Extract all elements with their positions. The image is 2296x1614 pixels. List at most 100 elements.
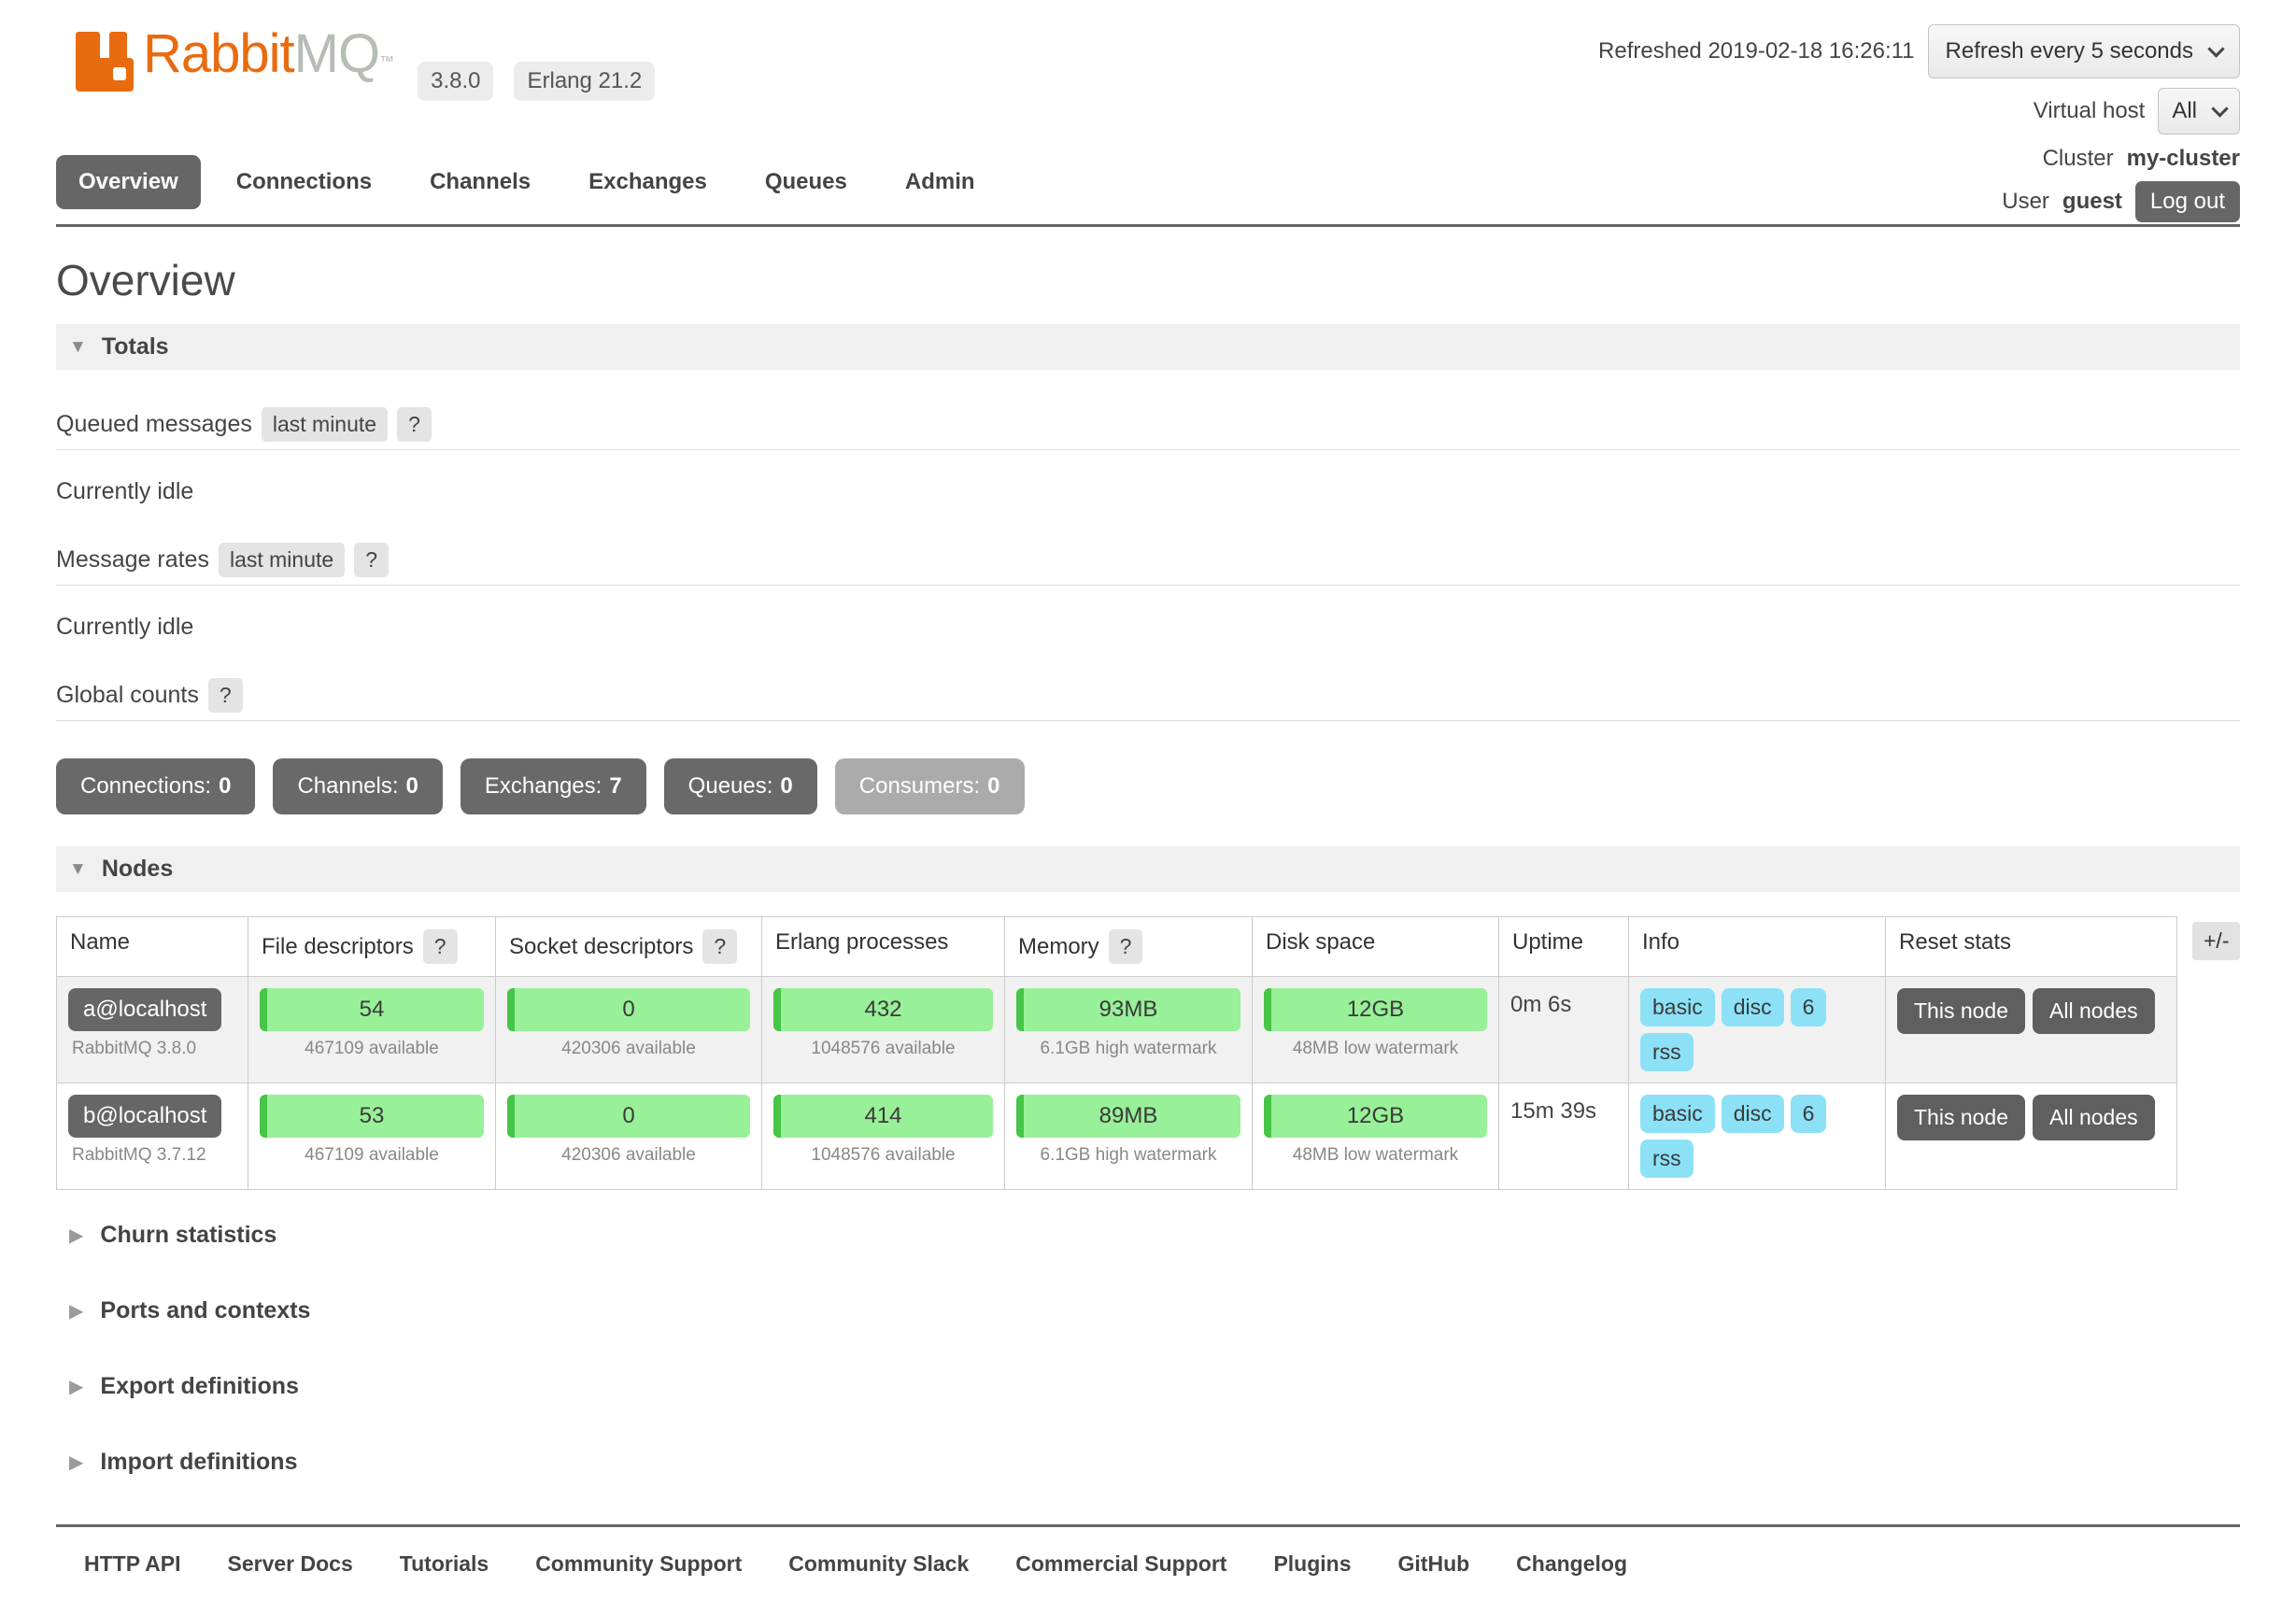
sd-available: 420306 available: [507, 1145, 750, 1166]
sd-available: 420306 available: [507, 1039, 750, 1059]
reset-this-node-button[interactable]: This node: [1897, 1095, 2025, 1140]
disk-cell: 12GB 48MB low watermark: [1253, 977, 1499, 1083]
footer-link-tutorials[interactable]: Tutorials: [400, 1551, 489, 1577]
logo-text: RabbitMQ™: [143, 24, 393, 92]
tab-overview[interactable]: Overview: [56, 155, 201, 209]
memory-cell: 89MB 6.1GB high watermark: [1005, 1083, 1253, 1190]
queues-count-button[interactable]: Queues:0: [664, 758, 817, 814]
user-label: User: [2002, 189, 2049, 215]
collapsed-sections: ▶ Churn statistics ▶ Ports and contexts …: [56, 1222, 2240, 1476]
reset-stats-cell: This nodeAll nodes: [1886, 1083, 2177, 1190]
disk-cell: 12GB 48MB low watermark: [1253, 1083, 1499, 1190]
tab-channels[interactable]: Channels: [407, 155, 553, 209]
footer-link-community-slack[interactable]: Community Slack: [788, 1551, 969, 1577]
info-badge-disc: disc: [1722, 1095, 1784, 1133]
reset-all-nodes-button[interactable]: All nodes: [2033, 988, 2155, 1034]
footer-link-http-api[interactable]: HTTP API: [84, 1551, 181, 1577]
sd-cell: 0 420306 available: [496, 977, 762, 1083]
footer-link-github[interactable]: GitHub: [1398, 1551, 1470, 1577]
proc-bar: 432: [773, 988, 993, 1031]
rabbitmq-logo[interactable]: RabbitMQ™: [70, 24, 393, 92]
sd-help-icon[interactable]: ?: [702, 929, 737, 964]
uptime-cell: 0m 6s: [1499, 977, 1629, 1083]
user-name: guest: [2062, 189, 2122, 215]
memory-help-icon[interactable]: ?: [1109, 929, 1143, 964]
info-badge-disc: disc: [1722, 988, 1784, 1026]
col-uptime: Uptime: [1499, 917, 1629, 977]
col-file-descriptors: File descriptors?: [248, 917, 496, 977]
totals-section-label: Totals: [102, 333, 169, 361]
memory-bar: 89MB: [1016, 1095, 1240, 1138]
connections-count-button[interactable]: Connections:0: [56, 758, 255, 814]
node-name-badge[interactable]: a@localhost: [68, 988, 221, 1031]
memory-watermark: 6.1GB high watermark: [1016, 1145, 1240, 1166]
fd-cell: 53 467109 available: [248, 1083, 496, 1190]
column-toggle-button[interactable]: +/-: [2192, 922, 2240, 960]
col-socket-descriptors: Socket descriptors?: [496, 917, 762, 977]
reset-all-nodes-button[interactable]: All nodes: [2033, 1095, 2155, 1140]
page-title: Overview: [56, 255, 2240, 305]
erlang-version-badge: Erlang 21.2: [514, 62, 655, 101]
tab-queues[interactable]: Queues: [743, 155, 870, 209]
nodes-table-wrap: Name File descriptors? Socket descriptor…: [56, 916, 2240, 1190]
churn-statistics-section[interactable]: ▶ Churn statistics: [69, 1222, 2240, 1249]
virtual-host-select[interactable]: All: [2158, 88, 2240, 134]
collapse-triangle-icon: ▼: [69, 859, 87, 880]
disk-bar: 12GB: [1264, 1095, 1487, 1138]
logout-button[interactable]: Log out: [2135, 181, 2240, 222]
footer-link-plugins[interactable]: Plugins: [1273, 1551, 1351, 1577]
info-badge-plugins: 6: [1791, 1095, 1827, 1133]
footer-link-community-support[interactable]: Community Support: [535, 1551, 742, 1577]
reset-this-node-button[interactable]: This node: [1897, 988, 2025, 1034]
tab-admin[interactable]: Admin: [883, 155, 998, 209]
footer-link-commercial-support[interactable]: Commercial Support: [1015, 1551, 1226, 1577]
proc-cell: 414 1048576 available: [762, 1083, 1005, 1190]
tab-connections[interactable]: Connections: [214, 155, 394, 209]
rates-help-icon[interactable]: ?: [354, 543, 389, 577]
node-name-cell: a@localhost RabbitMQ 3.8.0: [57, 977, 248, 1083]
exchanges-count-button[interactable]: Exchanges:7: [461, 758, 646, 814]
col-disk-space: Disk space: [1253, 917, 1499, 977]
refresh-interval-select[interactable]: Refresh every 5 seconds: [1928, 24, 2240, 78]
queued-messages-heading: Queued messages last minute ?: [56, 407, 2240, 450]
channels-count-button[interactable]: Channels:0: [273, 758, 442, 814]
sd-bar: 0: [507, 1095, 750, 1138]
proc-bar: 414: [773, 1095, 993, 1138]
node-row-a: a@localhost RabbitMQ 3.8.0 54 467109 ava…: [57, 977, 2177, 1083]
expand-triangle-icon: ▶: [69, 1451, 83, 1474]
global-counts-row: Connections:0 Channels:0 Exchanges:7 Que…: [56, 758, 2240, 814]
consumers-count-button[interactable]: Consumers:0: [835, 758, 1025, 814]
totals-section-header[interactable]: ▼ Totals: [56, 324, 2240, 370]
import-definitions-section[interactable]: ▶ Import definitions: [69, 1449, 2240, 1476]
expand-triangle-icon: ▶: [69, 1299, 83, 1323]
footer-link-server-docs[interactable]: Server Docs: [228, 1551, 353, 1577]
expand-triangle-icon: ▶: [69, 1224, 83, 1247]
tab-exchanges[interactable]: Exchanges: [566, 155, 730, 209]
disk-watermark: 48MB low watermark: [1264, 1145, 1487, 1166]
global-counts-help-icon[interactable]: ?: [208, 678, 243, 713]
export-definitions-section[interactable]: ▶ Export definitions: [69, 1373, 2240, 1400]
info-badge-basic: basic: [1640, 1095, 1715, 1133]
chevron-down-icon: [2211, 100, 2228, 117]
nodes-header-row: Name File descriptors? Socket descriptor…: [57, 917, 2177, 977]
header: RabbitMQ™ 3.8.0 Erlang 21.2 Refreshed 20…: [56, 0, 2240, 149]
node-name-cell: b@localhost RabbitMQ 3.7.12: [57, 1083, 248, 1190]
fd-help-icon[interactable]: ?: [423, 929, 458, 964]
col-info: Info: [1629, 917, 1886, 977]
nodes-section-header[interactable]: ▼ Nodes: [56, 846, 2240, 892]
info-badge-rss: rss: [1640, 1033, 1694, 1071]
ports-and-contexts-section[interactable]: ▶ Ports and contexts: [69, 1297, 2240, 1324]
rates-range-badge[interactable]: last minute: [219, 543, 345, 577]
fd-cell: 54 467109 available: [248, 977, 496, 1083]
expand-triangle-icon: ▶: [69, 1375, 83, 1398]
chevron-down-icon: [2207, 40, 2224, 57]
queued-help-icon[interactable]: ?: [397, 407, 432, 442]
queued-range-badge[interactable]: last minute: [262, 407, 388, 442]
footer-link-changelog[interactable]: Changelog: [1516, 1551, 1627, 1577]
queued-idle-text: Currently idle: [56, 478, 2240, 505]
proc-available: 1048576 available: [773, 1039, 993, 1059]
reset-stats-cell: This nodeAll nodes: [1886, 977, 2177, 1083]
refreshed-timestamp: Refreshed 2019-02-18 16:26:11: [1598, 38, 1914, 64]
node-version: RabbitMQ 3.7.12: [72, 1145, 236, 1166]
node-name-badge[interactable]: b@localhost: [68, 1095, 221, 1138]
